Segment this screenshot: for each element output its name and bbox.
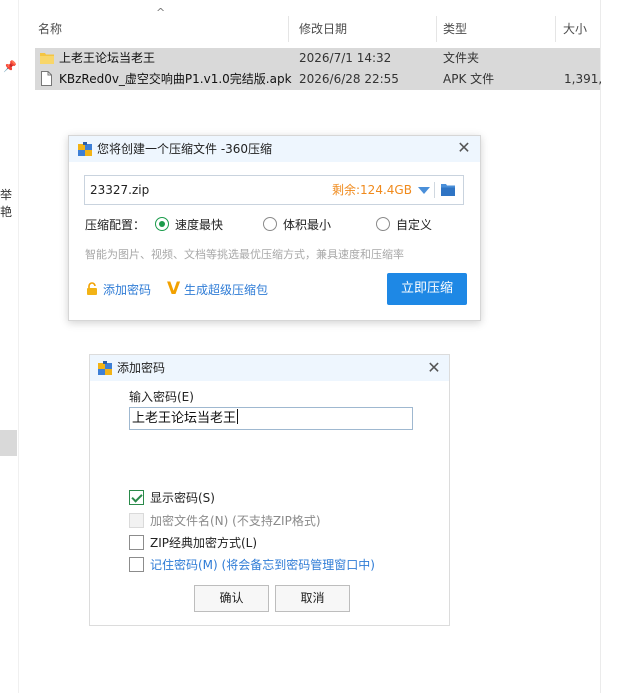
free-space-label: 剩余:124.4GB	[332, 183, 412, 197]
password-dialog-title-bar[interactable]: 添加密码 ✕	[90, 355, 449, 381]
password-input[interactable]: 上老王论坛当老王	[129, 407, 413, 430]
compress-config-label: 压缩配置：	[85, 218, 146, 232]
pin-icon[interactable]: 📌	[3, 60, 17, 73]
file-date: 2026/7/1 14:32	[299, 51, 392, 65]
file-type: 文件夹	[443, 51, 480, 65]
navigation-pane: 📌 举艳	[0, 0, 19, 693]
add-password-dialog: 添加密码 ✕ 输入密码(E) 上老王论坛当老王 显示密码(S) 加密文件名(N)…	[89, 354, 450, 626]
compress-dialog-title-bar[interactable]: 您将创建一个压缩文件 -360压缩 ✕	[69, 136, 480, 162]
text-caret	[237, 409, 239, 424]
vip-v-icon: V	[167, 279, 181, 299]
radio-icon[interactable]	[263, 217, 277, 231]
dropdown-arrow-icon[interactable]	[418, 187, 430, 194]
file-row-apk[interactable]: KBzRed0v_虚空交响曲P1.v1.0完结版.apk 2026/6/28 2…	[35, 69, 603, 90]
file-type: APK 文件	[443, 72, 495, 86]
column-header-type[interactable]: 类型	[443, 14, 467, 44]
archive-path[interactable]: 23327.zip	[90, 176, 149, 204]
archive-app-icon	[98, 361, 112, 375]
checkbox-label: ZIP经典加密方式(L)	[150, 536, 258, 550]
divider	[434, 182, 435, 198]
close-icon[interactable]: ✕	[455, 139, 473, 157]
pane-divider	[600, 0, 601, 693]
file-icon	[41, 71, 52, 86]
column-separator[interactable]	[436, 16, 437, 42]
file-name: 上老王论坛当老王	[59, 51, 156, 65]
close-icon[interactable]: ✕	[425, 359, 443, 377]
nav-pane-selected-item[interactable]	[0, 430, 17, 456]
column-header-modified[interactable]: 修改日期	[299, 14, 347, 44]
column-header-size[interactable]: 大小	[563, 14, 587, 44]
add-password-label: 添加密码	[103, 283, 152, 297]
compress-dialog: 您将创建一个压缩文件 -360压缩 ✕ 23327.zip 剩余:124.4GB…	[68, 135, 481, 321]
lock-icon	[87, 282, 97, 295]
compress-dialog-title: 您将创建一个压缩文件 -360压缩	[97, 142, 273, 156]
archive-app-icon	[78, 142, 92, 156]
file-size: 1,391,	[564, 72, 603, 86]
password-dialog-title: 添加密码	[117, 361, 166, 375]
password-value[interactable]: 上老王论坛当老王	[132, 411, 236, 426]
compress-now-button[interactable]: 立即压缩	[387, 273, 467, 305]
checkbox-label: 显示密码(S)	[150, 491, 215, 505]
radio-label: 速度最快	[175, 218, 224, 232]
radio-label: 体积最小	[283, 218, 332, 232]
checkbox-label: 记住密码(M) (将会备忘到密码管理窗口中)	[150, 558, 375, 572]
archive-path-input[interactable]: 23327.zip 剩余:124.4GB	[84, 175, 464, 205]
checkbox-icon[interactable]	[129, 557, 144, 572]
radio-icon[interactable]	[376, 217, 390, 231]
column-separator[interactable]	[288, 16, 289, 42]
checkbox-checked-icon[interactable]	[129, 490, 144, 505]
cancel-button[interactable]: 取消	[275, 585, 350, 612]
file-row-folder[interactable]: 上老王论坛当老王 2026/7/1 14:32 文件夹	[35, 48, 600, 69]
checkbox-icon[interactable]	[129, 535, 144, 550]
compress-hint: 智能为图片、视频、文档等挑选最优压缩方式，兼具速度和压缩率	[85, 248, 404, 261]
column-separator[interactable]	[555, 16, 556, 42]
super-package-label: 生成超级压缩包	[184, 283, 269, 297]
checkbox-label: 加密文件名(N) (不支持ZIP格式)	[150, 514, 321, 528]
nav-pane-text: 举艳	[0, 188, 13, 219]
file-date: 2026/6/28 22:55	[299, 72, 399, 86]
sort-ascending-icon: ^	[156, 6, 166, 19]
radio-label: 自定义	[396, 218, 433, 232]
column-header-row: ^ 名称 修改日期 类型 大小	[18, 6, 600, 44]
column-header-name[interactable]: 名称	[38, 14, 62, 44]
radio-selected-icon[interactable]	[155, 217, 169, 231]
browse-folder-icon[interactable]	[441, 183, 455, 196]
password-label: 输入密码(E)	[129, 390, 194, 404]
folder-icon	[40, 53, 54, 64]
file-name: KBzRed0v_虚空交响曲P1.v1.0完结版.apk	[59, 72, 292, 86]
ok-button[interactable]: 确认	[194, 585, 269, 612]
checkbox-disabled-icon	[129, 513, 144, 528]
